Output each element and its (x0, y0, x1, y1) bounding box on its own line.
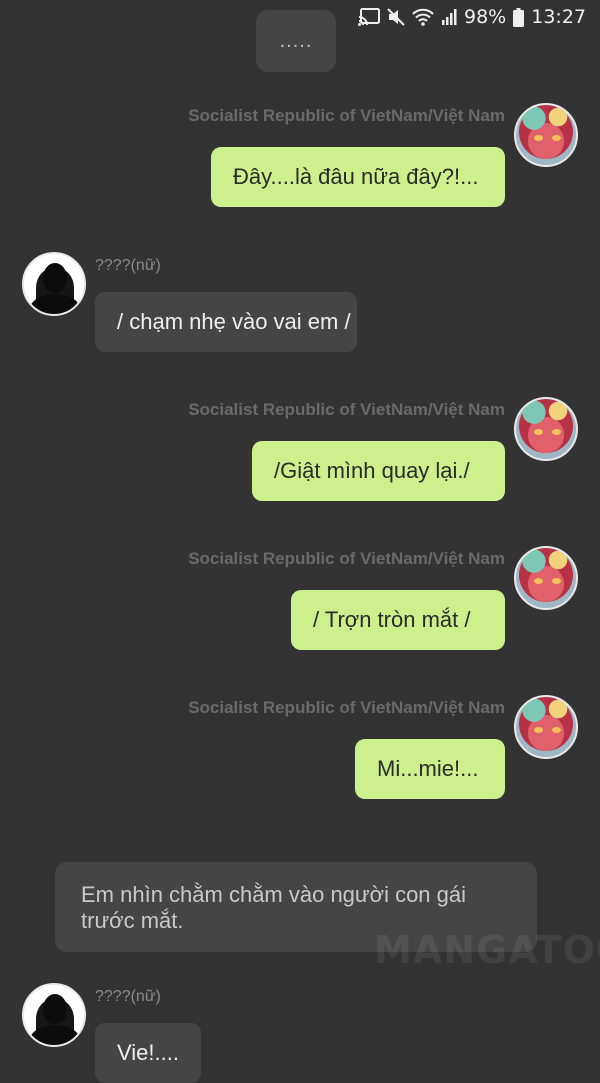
watermark: MANGATOON (374, 928, 600, 972)
chat-bubble-mine: /Giật mình quay lại./ (252, 441, 505, 501)
sender-name: Socialist Republic of VietNam/Việt Nam (188, 549, 505, 568)
avatar-eye (552, 135, 561, 141)
sender-name: Socialist Republic of VietNam/Việt Nam (188, 106, 505, 125)
avatar-head (43, 263, 67, 293)
avatar[interactable] (514, 546, 578, 610)
avatar-eye (552, 429, 561, 435)
narration-text: Em nhìn chằm chằm vào người con gái trướ… (81, 882, 467, 933)
chat-bubble-theirs: Vie!.... (95, 1023, 201, 1083)
chat-bubble-theirs: / chạm nhẹ vào vai em / (95, 292, 357, 352)
clock: 13:27 (531, 6, 586, 28)
avatar[interactable] (514, 397, 578, 461)
avatar-eye (552, 727, 561, 733)
chat-bubble-mine: Mi...mie!... (355, 739, 505, 799)
avatar-eye (534, 135, 543, 141)
chat-bubble-mine: / Trợn tròn mắt / (291, 590, 505, 650)
avatar-eye (534, 429, 543, 435)
mute-icon (387, 8, 405, 26)
narration-text: ..... (279, 30, 313, 52)
sender-name: Socialist Republic of VietNam/Việt Nam (188, 698, 505, 717)
avatar-eye (534, 578, 543, 584)
narration-bubble: ..... (256, 10, 336, 72)
avatar[interactable] (514, 103, 578, 167)
sender-name: ????(nữ) (95, 988, 161, 1005)
avatar-body (30, 294, 80, 314)
sender-name: Socialist Republic of VietNam/Việt Nam (188, 400, 505, 419)
status-icons: 98% 13:27 (358, 6, 586, 28)
avatar-body (30, 1025, 80, 1045)
battery-percent: 98% (464, 6, 507, 28)
avatar[interactable] (22, 983, 86, 1047)
wifi-icon (412, 8, 434, 26)
signal-icon (441, 8, 457, 26)
avatar[interactable] (514, 695, 578, 759)
avatar-head (43, 994, 67, 1024)
avatar-eye (552, 578, 561, 584)
battery-icon (513, 7, 525, 27)
chat-bubble-mine: Đây....là đâu nữa đây?!... (211, 147, 505, 207)
sender-name: ????(nữ) (95, 257, 161, 274)
avatar[interactable] (22, 252, 86, 316)
avatar-eye (534, 727, 543, 733)
cast-icon (358, 8, 380, 26)
